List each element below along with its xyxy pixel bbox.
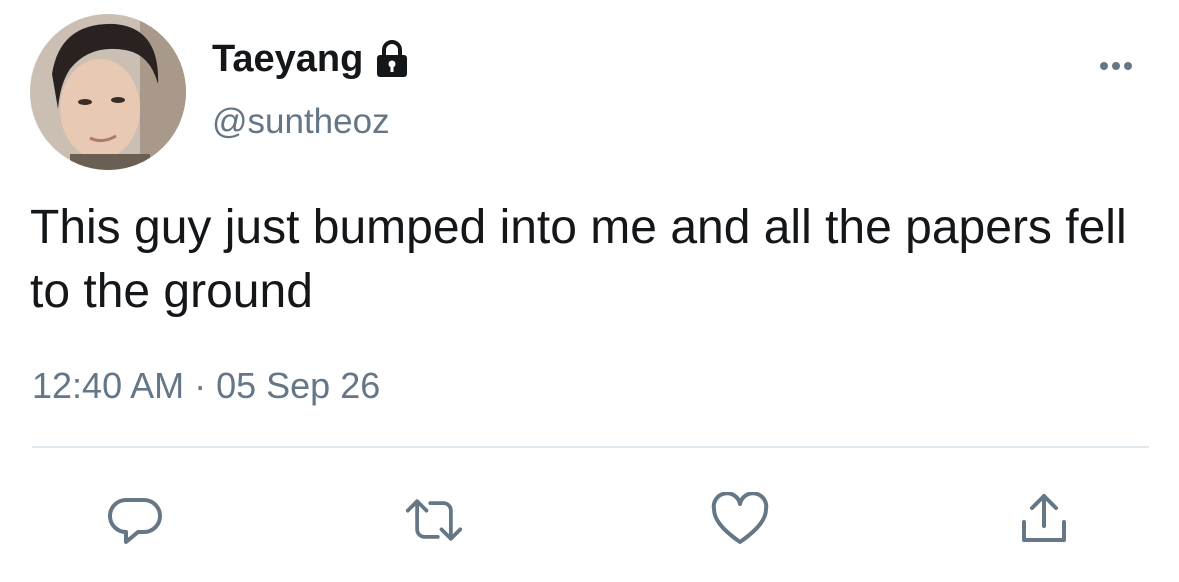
display-name[interactable]: Taeyang bbox=[212, 36, 363, 82]
reply-icon bbox=[108, 498, 162, 544]
avatar[interactable] bbox=[30, 14, 186, 170]
reply-button[interactable] bbox=[106, 490, 166, 550]
share-button[interactable] bbox=[1014, 490, 1074, 550]
like-button[interactable] bbox=[710, 490, 770, 550]
retweet-icon bbox=[405, 499, 463, 541]
user-handle[interactable]: @suntheoz bbox=[212, 100, 390, 144]
share-icon bbox=[1022, 494, 1066, 542]
retweet-button[interactable] bbox=[404, 490, 464, 550]
more-options-icon[interactable] bbox=[1092, 54, 1140, 78]
avatar-photo bbox=[30, 14, 186, 170]
tweet-text: This guy just bumped into me and all the… bbox=[30, 201, 1127, 318]
tweet-timestamp[interactable]: 12:40 AM · 05 Sep 26 bbox=[32, 362, 380, 410]
heart-icon bbox=[711, 492, 769, 544]
divider bbox=[32, 446, 1149, 448]
display-name-row[interactable]: Taeyang bbox=[212, 36, 409, 82]
lock-icon bbox=[377, 40, 408, 77]
